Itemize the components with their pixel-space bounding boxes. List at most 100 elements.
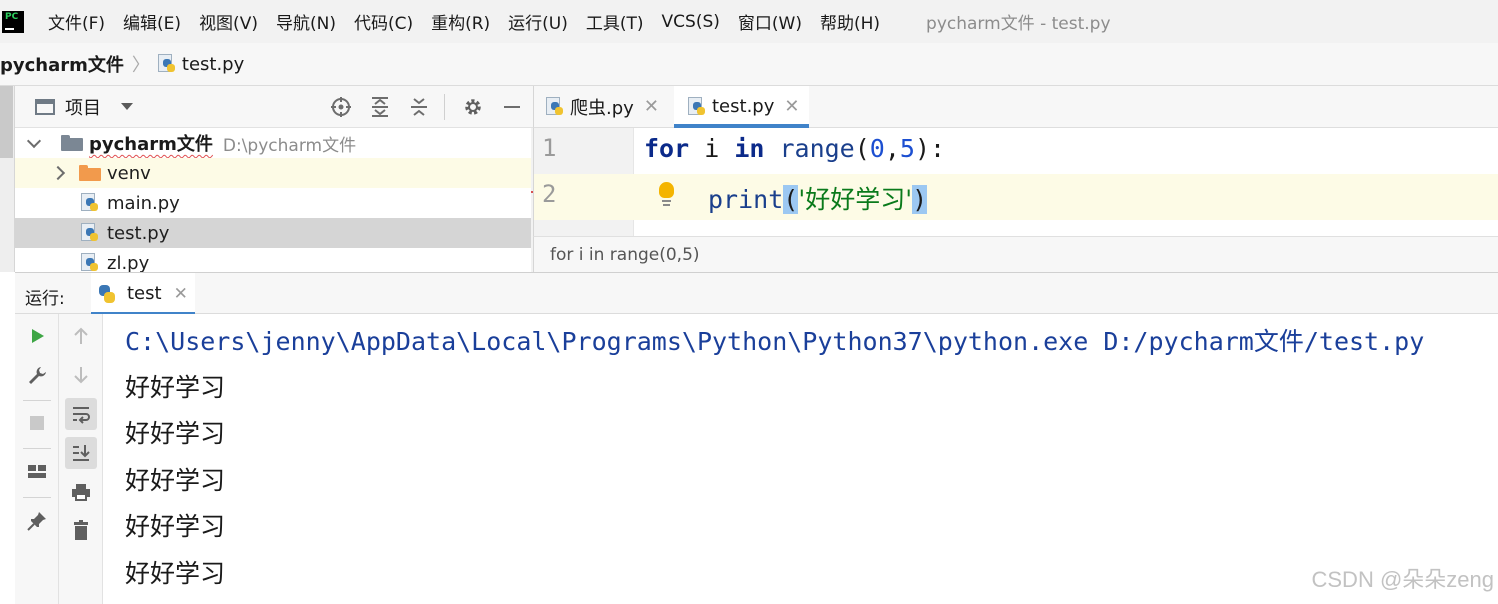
collapse-all-icon[interactable] — [408, 96, 430, 118]
python-icon — [97, 284, 117, 304]
trash-icon[interactable] — [65, 514, 97, 546]
tree-item-zl-py[interactable]: zl.py — [15, 248, 531, 272]
menu-code[interactable]: 代码(C) — [354, 9, 413, 34]
tree-item-label: main.py — [107, 192, 180, 214]
tree-item-label: test.py — [107, 222, 170, 244]
tab-crawler-py[interactable]: 爬虫.py ✕ — [546, 86, 659, 127]
tab-test-py[interactable]: test.py ✕ — [674, 86, 810, 128]
line-number: 1 — [542, 134, 557, 162]
expand-all-icon[interactable] — [369, 96, 391, 118]
breadcrumb-separator-icon: 〉 — [131, 55, 150, 76]
run-tab-test[interactable]: test ✕ — [91, 273, 195, 315]
soft-wrap-icon[interactable] — [65, 398, 97, 430]
folder-icon — [61, 135, 83, 151]
menu-refactor[interactable]: 重构(R) — [431, 9, 490, 34]
project-tool-window-button[interactable] — [0, 86, 13, 158]
tree-root-path: D:\pycharm文件 — [222, 135, 357, 156]
breadcrumb-file[interactable]: test.py — [182, 54, 244, 75]
print-icon[interactable] — [65, 476, 97, 508]
tree-item-main-py[interactable]: main.py — [15, 188, 531, 218]
code-line-1[interactable]: 1 for i in range(0,5): — [534, 128, 1498, 174]
scroll-to-end-icon[interactable] — [65, 437, 97, 469]
console-output-line: 好好学习 — [125, 466, 226, 495]
console-output-line: 好好学习 — [125, 559, 226, 588]
chevron-right-icon[interactable] — [50, 165, 71, 181]
pin-icon[interactable] — [21, 505, 53, 537]
menu-file[interactable]: 文件(F) — [48, 9, 105, 34]
menu-vcs[interactable]: VCS(S) — [662, 12, 720, 32]
watermark: CSDN @朵朵zeng — [1311, 567, 1495, 592]
code-editor[interactable]: 1 for i in range(0,5): 2 print('好好学习') — [533, 128, 1498, 236]
line-number: 2 — [542, 180, 557, 208]
project-panel-header: 项目 — [15, 86, 533, 128]
project-tree: pycharm文件 D:\pycharm文件 venv main.py test… — [15, 128, 533, 272]
tree-item-label: zl.py — [107, 252, 150, 273]
menu-help[interactable]: 帮助(H) — [820, 9, 880, 34]
python-file-icon — [546, 96, 564, 117]
run-toolbar-primary — [15, 314, 59, 604]
tree-item-test-py[interactable]: test.py — [15, 218, 531, 248]
console-output-line: 好好学习 — [125, 512, 226, 541]
run-label: 运行: — [25, 289, 65, 309]
run-toolbar-secondary — [59, 314, 103, 604]
tree-root-name: pycharm文件 — [89, 134, 213, 155]
console-output-line: 好好学习 — [125, 373, 226, 402]
chevron-down-icon[interactable] — [26, 133, 47, 148]
python-file-icon — [81, 253, 99, 272]
gear-icon[interactable] — [462, 96, 484, 118]
folder-icon — [79, 165, 101, 181]
wrench-icon[interactable] — [21, 359, 53, 391]
menu-view[interactable]: 视图(V) — [199, 9, 258, 34]
python-file-icon — [81, 223, 99, 243]
project-panel-title[interactable]: 项目 — [65, 94, 101, 120]
layout-icon[interactable] — [21, 456, 53, 488]
python-file-icon — [157, 54, 176, 74]
chevron-down-icon[interactable] — [121, 103, 133, 110]
editor-breadcrumb-status[interactable]: for i in range(0,5) — [533, 236, 1498, 272]
console-output-line: 好好学习 — [125, 419, 226, 448]
code-text: print('好好学习') — [708, 185, 928, 214]
tree-item-label: venv — [107, 162, 151, 184]
close-icon[interactable]: ✕ — [644, 96, 659, 117]
console-command-line: C:\Users\jenny\AppData\Local\Programs\Py… — [125, 327, 1425, 356]
arrow-up-icon[interactable] — [65, 320, 97, 352]
code-line-2[interactable]: 2 print('好好学习') — [534, 174, 1498, 220]
menu-edit[interactable]: 编辑(E) — [123, 9, 181, 34]
menu-bar: PC 文件(F) 编辑(E) 视图(V) 导航(N) 代码(C) 重构(R) 运… — [0, 0, 1498, 43]
lightbulb-icon[interactable] — [656, 182, 676, 210]
window-title: pycharm文件 - test.py — [926, 14, 1111, 34]
toolbar-divider — [444, 94, 445, 120]
run-panel-header: 运行: test ✕ — [15, 272, 1498, 315]
run-tab-label: test — [127, 283, 162, 304]
editor-tab-bar: 爬虫.py ✕ test.py ✕ — [533, 86, 1498, 128]
close-icon[interactable]: ✕ — [174, 284, 188, 304]
code-text: for i in range(0,5): — [644, 134, 946, 163]
arrow-down-icon[interactable] — [65, 359, 97, 391]
python-file-icon — [688, 96, 706, 117]
editor-status-text: for i in range(0,5) — [550, 244, 700, 265]
menu-navigate[interactable]: 导航(N) — [276, 9, 336, 34]
project-panel-tools — [313, 86, 523, 128]
pycharm-logo-icon: PC — [2, 10, 24, 33]
locate-icon[interactable] — [330, 96, 352, 118]
run-console[interactable]: C:\Users\jenny\AppData\Local\Programs\Py… — [103, 314, 1498, 604]
breadcrumb: pycharm文件 〉 test.py — [0, 43, 1498, 86]
menu-run[interactable]: 运行(U) — [508, 9, 568, 34]
tab-label: 爬虫.py — [570, 97, 634, 119]
menu-window[interactable]: 窗口(W) — [738, 9, 802, 34]
breadcrumb-project[interactable]: pycharm文件 — [0, 51, 124, 77]
tab-label: test.py — [712, 96, 775, 117]
toolbar-divider — [23, 497, 51, 498]
left-tool-strip — [0, 86, 15, 272]
menu-tools[interactable]: 工具(T) — [586, 9, 644, 34]
toolbar-divider — [23, 448, 51, 449]
tree-item-venv[interactable]: venv — [15, 158, 531, 188]
play-icon[interactable] — [21, 320, 53, 352]
close-icon[interactable]: ✕ — [784, 96, 799, 117]
toolbar-divider — [23, 400, 51, 401]
tree-root-row[interactable]: pycharm文件 D:\pycharm文件 — [15, 128, 531, 158]
python-file-icon — [81, 193, 99, 213]
stop-icon[interactable] — [21, 407, 53, 439]
minimize-icon[interactable] — [501, 96, 523, 118]
project-window-icon — [35, 98, 55, 115]
